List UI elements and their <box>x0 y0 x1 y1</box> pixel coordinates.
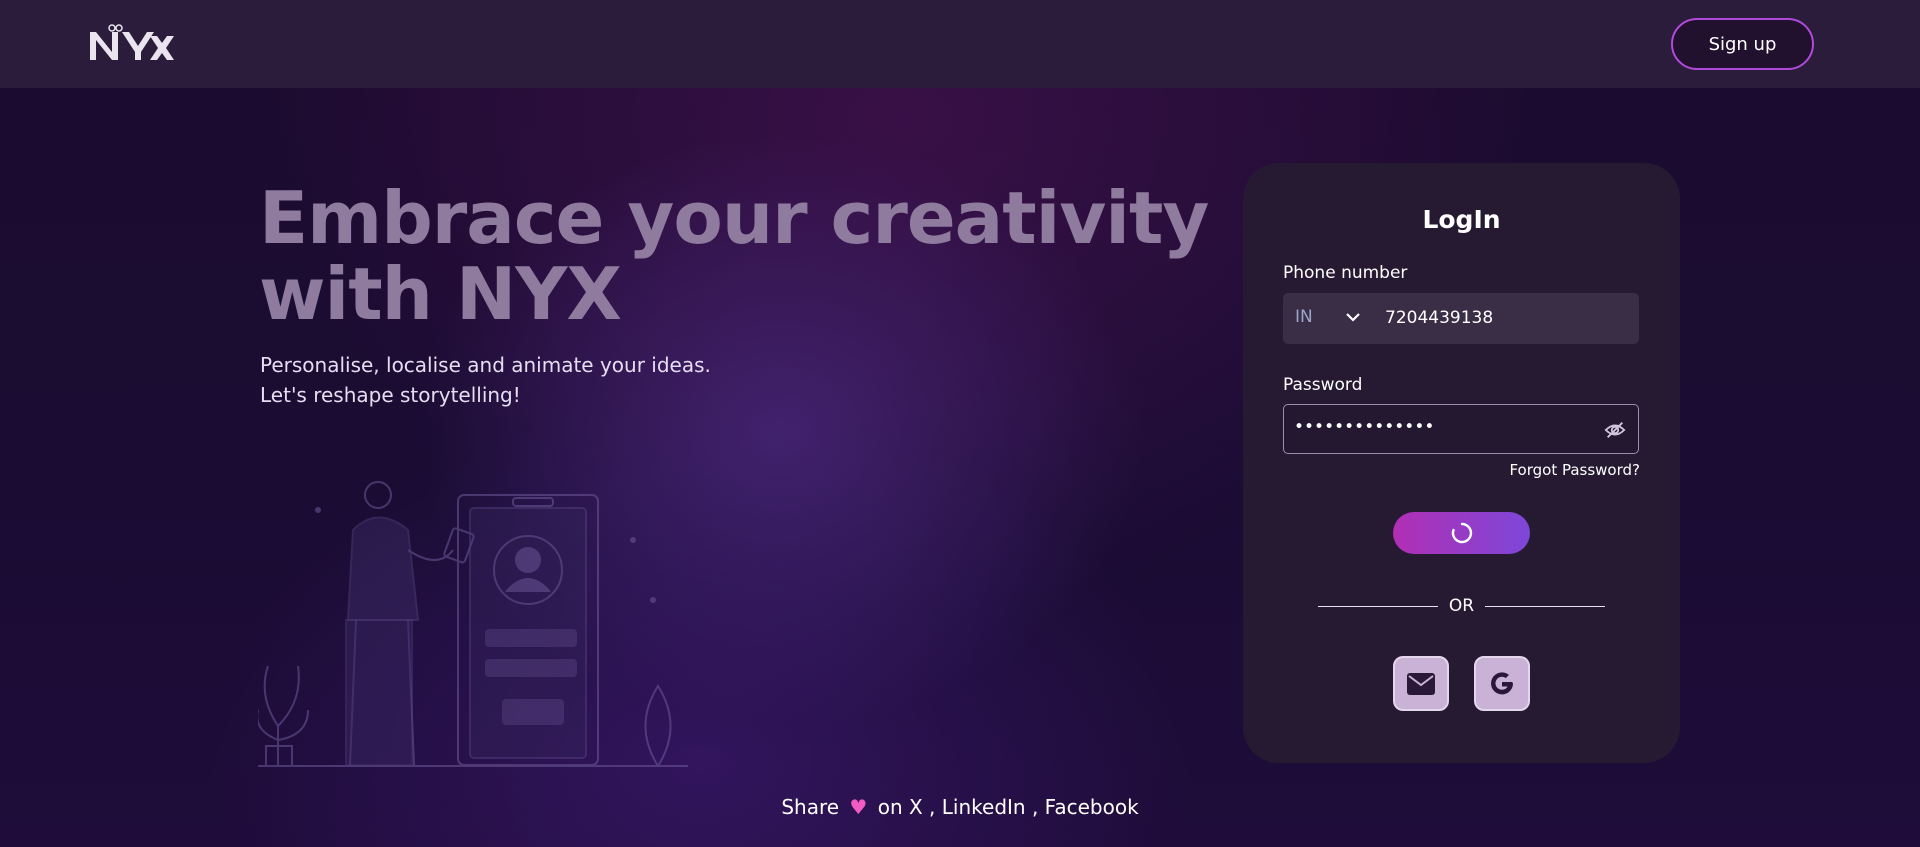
share-link-x[interactable]: X <box>909 795 923 819</box>
eye-off-icon[interactable] <box>1604 419 1626 441</box>
hero-subtitle-line2: Let's reshape storytelling! <box>260 383 521 407</box>
separator: , <box>929 795 936 819</box>
google-login-button[interactable] <box>1474 656 1530 711</box>
forgot-password-link[interactable]: Forgot Password? <box>1509 461 1640 479</box>
phone-input[interactable]: 7204439138 <box>1385 308 1493 328</box>
top-header: Sign up <box>0 0 1920 88</box>
divider-line-right <box>1485 606 1605 607</box>
signup-button[interactable]: Sign up <box>1671 18 1814 70</box>
share-footer: Share ♥ on X , LinkedIn , Facebook <box>0 795 1920 819</box>
person-phone-illustration <box>258 481 688 767</box>
password-label: Password <box>1283 375 1363 395</box>
loading-spinner-icon <box>1451 522 1472 544</box>
google-icon <box>1491 671 1513 694</box>
share-label: Share <box>781 795 840 819</box>
share-link-facebook[interactable]: Facebook <box>1045 795 1139 819</box>
login-card: LogIn Phone number IN 7204439138 Passwor… <box>1243 163 1680 763</box>
hero-subtitle-line1: Personalise, localise and animate your i… <box>260 353 711 377</box>
mail-icon <box>1407 672 1435 695</box>
phone-field[interactable]: IN 7204439138 <box>1283 293 1639 344</box>
phone-label: Phone number <box>1283 263 1408 283</box>
nyx-logo[interactable] <box>88 24 176 62</box>
on-label: on <box>877 795 903 819</box>
separator: , <box>1031 795 1039 819</box>
country-code-select[interactable]: IN <box>1295 307 1313 327</box>
hero-title: Embrace your creativity with NYX <box>259 176 1209 336</box>
hero-subtitle: Personalise, localise and animate your i… <box>260 350 960 410</box>
login-title: LogIn <box>1422 205 1501 234</box>
or-divider: OR <box>1318 596 1605 616</box>
heart-icon: ♥ <box>849 795 868 819</box>
login-submit-button[interactable] <box>1393 512 1530 554</box>
email-login-button[interactable] <box>1393 656 1449 711</box>
share-link-linkedin[interactable]: LinkedIn <box>942 795 1026 819</box>
chevron-down-icon[interactable] <box>1345 311 1361 323</box>
password-input[interactable]: •••••••••••••• <box>1294 417 1434 437</box>
password-field[interactable]: •••••••••••••• <box>1283 404 1639 454</box>
